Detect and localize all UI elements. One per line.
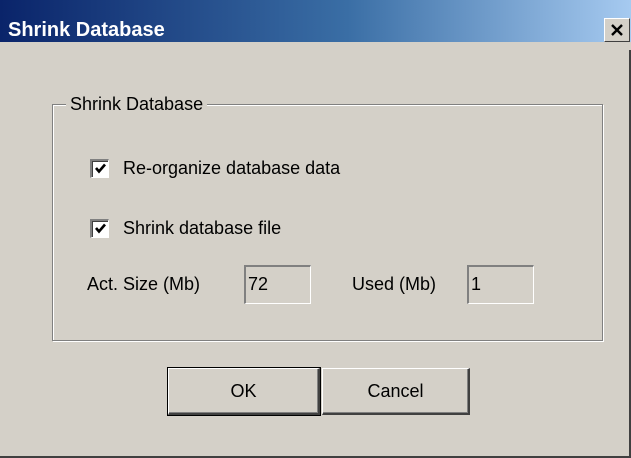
shrink-file-checkbox[interactable] — [90, 218, 109, 238]
check-icon — [94, 223, 106, 234]
shrink-file-option[interactable]: Shrink database file — [90, 216, 281, 240]
cancel-button[interactable]: Cancel — [322, 368, 470, 415]
title-bar[interactable]: Shrink Database — [0, 0, 631, 50]
group-legend: Shrink Database — [66, 92, 208, 116]
ok-button[interactable]: OK — [167, 367, 321, 416]
reorganize-data-checkbox[interactable] — [90, 158, 109, 178]
reorganize-data-option[interactable]: Re-organize database data — [90, 156, 340, 180]
shrink-database-dialog: Shrink Database Shrink Database Re-organ… — [0, 0, 631, 458]
act-size-field[interactable]: 72 — [244, 265, 311, 304]
check-icon — [94, 163, 106, 174]
shrink-file-label: Shrink database file — [123, 218, 282, 238]
close-icon — [611, 24, 623, 36]
close-button[interactable] — [604, 18, 630, 42]
act-size-label: Act. Size (Mb) — [87, 274, 201, 294]
used-field[interactable]: 1 — [467, 265, 534, 304]
reorganize-data-label: Re-organize database data — [123, 158, 341, 178]
used-label: Used (Mb) — [352, 274, 437, 294]
window-title: Shrink Database — [8, 19, 165, 41]
